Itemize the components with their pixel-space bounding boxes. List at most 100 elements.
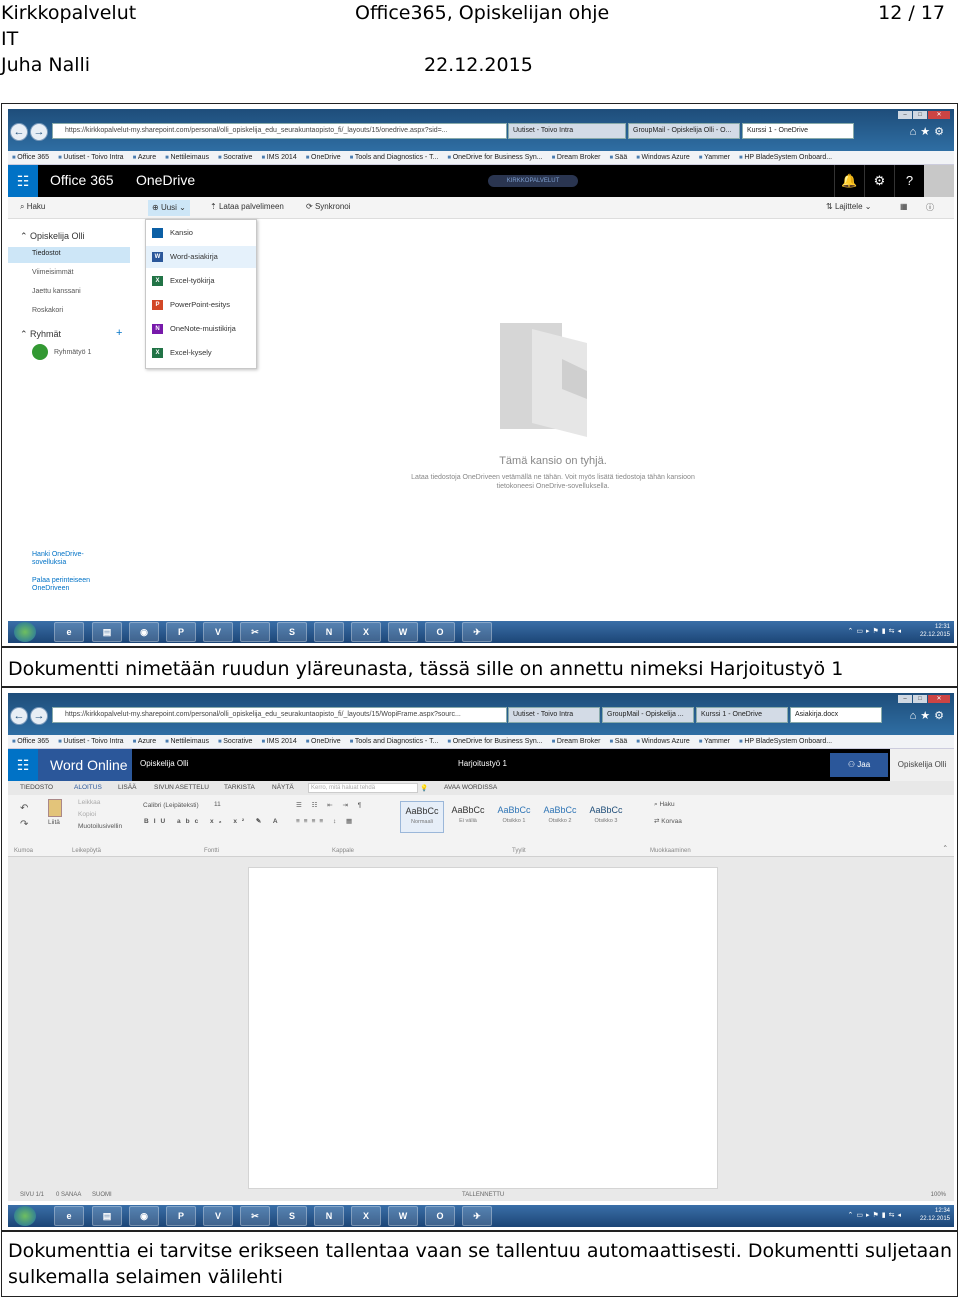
taskbar-app-skype[interactable]: S xyxy=(277,1206,307,1226)
tab-view[interactable]: NÄYTÄ xyxy=(272,784,294,791)
collapse-ribbon-icon[interactable]: ⌃ xyxy=(943,844,948,852)
open-in-word-button[interactable]: AVAA WORDISSA xyxy=(444,784,497,791)
paste-icon[interactable] xyxy=(48,799,62,817)
favorite-link[interactable]: Azure xyxy=(133,151,156,164)
browser-tab-active[interactable]: Kurssi 1 - OneDrive xyxy=(742,123,854,139)
taskbar-app-outlook[interactable]: O xyxy=(425,1206,455,1226)
avatar[interactable] xyxy=(924,165,954,197)
close-window-button[interactable]: ✕ xyxy=(928,695,950,703)
paragraph-buttons[interactable]: ☰ ☷ ⇤ ⇥ ¶ xyxy=(296,801,365,809)
tell-me-input[interactable]: Kerro, mitä haluat tehdä xyxy=(308,783,418,793)
nav-item-group[interactable]: Ryhmätyö 1 xyxy=(54,349,91,356)
add-group-icon[interactable]: + xyxy=(116,327,122,339)
word-online-brand[interactable]: Word Online xyxy=(38,749,132,781)
new-command[interactable]: ⊕ Uusi ⌄ xyxy=(148,200,190,216)
sort-command[interactable]: ⇅ Lajittele ⌄ xyxy=(826,202,871,211)
style-no-spacing[interactable]: AaBbCc Ei väliä xyxy=(446,801,490,833)
favorite-link[interactable]: IMS 2014 xyxy=(261,735,297,748)
tray-icons[interactable]: ⌃▭▸⚑▮⇆◂ xyxy=(848,1211,905,1219)
office365-brand[interactable]: Office 365 xyxy=(50,172,114,188)
bell-icon[interactable]: 🔔 xyxy=(834,165,864,197)
favorite-link[interactable]: OneDrive for Business Syn... xyxy=(447,735,543,748)
close-window-button[interactable]: ✕ xyxy=(928,111,950,119)
taskbar-app-chrome[interactable]: ◉ xyxy=(129,1206,159,1226)
favorite-link[interactable]: Tools and Diagnostics - T... xyxy=(350,151,439,164)
cut-button[interactable]: Leikkaa xyxy=(78,799,100,806)
forward-button[interactable]: → xyxy=(30,123,48,141)
favorite-link[interactable]: Sää xyxy=(609,151,627,164)
taskbar-app-chrome[interactable]: ◉ xyxy=(129,622,159,642)
taskbar-app-excel[interactable]: X xyxy=(351,1206,381,1226)
font-size-select[interactable]: 11 xyxy=(214,801,221,808)
clock[interactable]: 12:31 22.12.2015 xyxy=(920,623,950,639)
info-icon[interactable]: ⓘ xyxy=(926,202,934,213)
browser-tab[interactable]: GroupMail - Opiskelija ... xyxy=(602,707,694,723)
start-button[interactable] xyxy=(14,622,36,642)
favorite-link[interactable]: Yammer xyxy=(699,735,730,748)
user-account[interactable]: Opiskelija Olli xyxy=(890,749,954,781)
browser-tab-active[interactable]: Asiakirja.docx xyxy=(790,707,882,723)
favorite-link[interactable]: Windows Azure xyxy=(636,151,690,164)
favorite-link[interactable]: HP BladeSystem Onboard... xyxy=(739,735,832,748)
search-command[interactable]: ⌕ Haku xyxy=(20,202,45,212)
undo-icon[interactable]: ↶ xyxy=(20,803,28,814)
taskbar-app-onenote[interactable]: N xyxy=(314,1206,344,1226)
browser-toolbar-icons[interactable]: ⌂★⚙ xyxy=(910,125,948,138)
favorite-link[interactable]: OneDrive xyxy=(306,151,341,164)
find-button[interactable]: ⌕ Haku xyxy=(654,801,675,809)
document-name-field[interactable]: Harjoitustyö 1 xyxy=(458,759,507,768)
format-painter-button[interactable]: Muotoilusivellin xyxy=(78,823,122,830)
nav-item-recycle[interactable]: Roskakori xyxy=(32,307,63,314)
taskbar-app-snipping[interactable]: ✂ xyxy=(240,622,270,642)
favorite-link[interactable]: IMS 2014 xyxy=(261,151,297,164)
taskbar-app-ie[interactable]: e xyxy=(54,622,84,642)
taskbar-app-word[interactable]: W xyxy=(388,1206,418,1226)
style-heading2[interactable]: AaBbCc Otsikko 2 xyxy=(538,801,582,833)
font-name-select[interactable]: Calibri (Leipäteksti) xyxy=(142,801,218,810)
favorite-link[interactable]: Uutiset - Toivo Intra xyxy=(58,151,123,164)
tab-review[interactable]: TARKISTA xyxy=(224,784,255,791)
taskbar-app-skype[interactable]: S xyxy=(277,622,307,642)
gear-icon[interactable]: ⚙ xyxy=(864,165,894,197)
style-heading3[interactable]: AaBbCc Otsikko 3 xyxy=(584,801,628,833)
favorite-link[interactable]: Uutiset - Toivo Intra xyxy=(58,735,123,748)
share-button[interactable]: ⚇ Jaa xyxy=(830,753,888,777)
favorite-link[interactable]: Dream Broker xyxy=(552,735,601,748)
app-launcher-icon[interactable]: ☷ xyxy=(8,749,38,781)
taskbar-app-onenote[interactable]: N xyxy=(314,622,344,642)
browser-tab[interactable]: Kurssi 1 - OneDrive xyxy=(696,707,788,723)
upload-command[interactable]: ⇡ Lataa palvelimeen xyxy=(210,202,284,211)
menu-item-excel[interactable]: X Excel-työkirja xyxy=(146,270,256,292)
status-language[interactable]: SUOMI xyxy=(92,1192,112,1198)
back-button[interactable]: ← xyxy=(10,707,28,725)
taskbar-app-explorer[interactable]: ▤ xyxy=(92,622,122,642)
favorite-link[interactable]: Nettileimaus xyxy=(165,735,209,748)
favorite-link[interactable]: Dream Broker xyxy=(552,151,601,164)
menu-item-onenote[interactable]: N OneNote-muistikirja xyxy=(146,318,256,340)
favorite-link[interactable]: OneDrive xyxy=(306,735,341,748)
status-zoom[interactable]: 100% xyxy=(931,1192,946,1198)
favorite-link[interactable]: Tools and Diagnostics - T... xyxy=(350,735,439,748)
minimize-button[interactable]: – xyxy=(898,695,912,703)
taskbar-app-word[interactable]: W xyxy=(388,622,418,642)
taskbar-app-excel[interactable]: X xyxy=(351,622,381,642)
taskbar-app-publisher[interactable]: P xyxy=(166,622,196,642)
font-format-buttons[interactable]: BIU abc x₂ x² ✎ A xyxy=(144,817,283,825)
redo-icon[interactable]: ↷ xyxy=(20,819,28,830)
style-normal[interactable]: AaBbCc Normaali xyxy=(400,801,444,833)
menu-item-powerpoint[interactable]: P PowerPoint-esitys xyxy=(146,294,256,316)
taskbar-app-other[interactable]: ✈ xyxy=(462,1206,492,1226)
start-button[interactable] xyxy=(14,1206,36,1226)
paste-label[interactable]: Liitä xyxy=(48,819,60,826)
replace-button[interactable]: ⇄ Korvaa xyxy=(654,817,682,825)
app-name[interactable]: OneDrive xyxy=(136,172,195,188)
browser-tab[interactable]: Uutiset - Toivo Intra xyxy=(508,123,626,139)
favorite-link[interactable]: OneDrive for Business Syn... xyxy=(447,151,543,164)
menu-item-excel-survey[interactable]: X Excel-kysely xyxy=(146,342,256,364)
taskbar-app-visio[interactable]: V xyxy=(203,622,233,642)
taskbar-app-outlook[interactable]: O xyxy=(425,622,455,642)
minimize-button[interactable]: – xyxy=(898,111,912,119)
nav-item-shared[interactable]: Jaettu kanssani xyxy=(32,288,81,295)
favorite-link[interactable]: Windows Azure xyxy=(636,735,690,748)
owner-label[interactable]: Opiskelija Olli xyxy=(140,759,188,768)
